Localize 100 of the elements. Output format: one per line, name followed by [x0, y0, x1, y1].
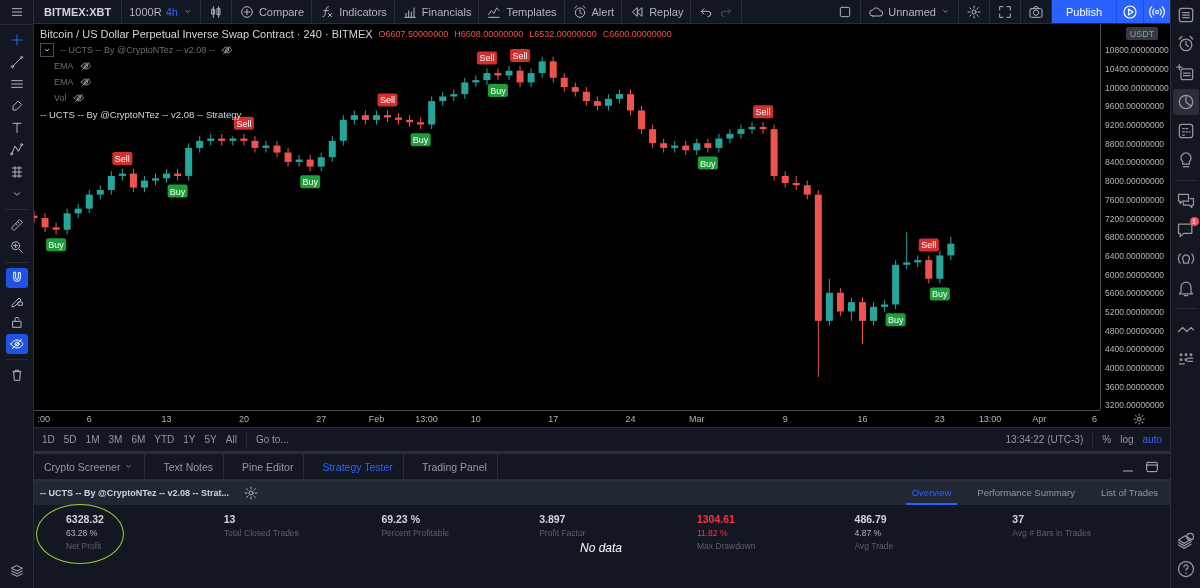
stat-percent: 63.28 % — [66, 528, 99, 538]
publish-button[interactable]: Publish — [1051, 0, 1116, 23]
range-option[interactable]: YTD — [154, 434, 175, 445]
goto-link[interactable]: Go to... — [255, 434, 289, 445]
indicator-name[interactable]: -- UCTS -- By @CryptoNTez -- v2.08 -- — [60, 45, 215, 55]
panel-tab[interactable]: Crypto Screener — [34, 454, 146, 479]
scale-toggle[interactable]: log — [1120, 434, 1134, 445]
layers-icon[interactable] — [8, 563, 25, 579]
scale-toggle[interactable]: % — [1102, 434, 1112, 445]
panel-tab[interactable]: Strategy Tester — [312, 454, 404, 479]
settings-icon[interactable] — [965, 3, 982, 20]
help-icon — [1175, 559, 1196, 579]
up-candle — [262, 140, 270, 154]
time-label: 13:00 — [978, 414, 1002, 424]
range-option[interactable]: 1D — [42, 434, 55, 445]
price-label: 8000.00000000 — [1105, 176, 1165, 187]
panel-tab[interactable]: Trading Panel — [411, 454, 498, 479]
stat-percent: 4.87 % — [854, 528, 883, 538]
hidden-eye-icon[interactable] — [79, 60, 92, 72]
magnet-tool[interactable] — [5, 268, 28, 288]
down-candle — [803, 180, 811, 200]
stat-label: Percent Profitable — [381, 528, 450, 538]
ruler-icon — [8, 217, 25, 233]
time-label: Apr — [1032, 414, 1047, 424]
toolbar-button[interactable]: Financials — [394, 0, 480, 23]
strategy-name: -- UCTS -- By @CryptoNTez -- v2.08 -- Strat... — [40, 488, 230, 498]
report-tab[interactable]: List of Trades — [1094, 481, 1164, 505]
down-candle — [593, 95, 601, 111]
down-candle — [582, 86, 590, 107]
price-label: 6800.00000000 — [1105, 232, 1165, 243]
price-label: 10400.00000000 — [1105, 63, 1169, 74]
eye-tool[interactable] — [5, 334, 28, 354]
down-candle — [638, 105, 646, 135]
camera-icon[interactable] — [1027, 3, 1044, 20]
play-button[interactable] — [1116, 0, 1143, 23]
stat-label: Net Profit — [66, 541, 103, 551]
range-option[interactable]: 5D — [63, 434, 77, 445]
stat-label: Profit Factor — [539, 528, 587, 538]
layout-name[interactable]: Unnamed — [888, 5, 936, 18]
down-candle — [174, 168, 182, 182]
sell-signal: Sell — [377, 93, 398, 107]
hidden-eye-icon[interactable] — [220, 44, 233, 56]
zoom-icon — [8, 239, 25, 255]
stat-value: 1304.61 — [696, 513, 736, 525]
time-label: :00 — [37, 414, 50, 424]
coins-icon — [1175, 530, 1196, 550]
hidden-eye-icon[interactable] — [72, 92, 85, 104]
up-candle — [726, 128, 734, 144]
add-icon — [238, 3, 255, 20]
hidden-eye-icon[interactable] — [79, 76, 92, 88]
panel-tab[interactable]: Pine Editor — [232, 454, 305, 479]
up-candle — [737, 124, 745, 140]
panel-tab[interactable]: Text Notes — [153, 454, 225, 479]
interval[interactable]: 4h — [165, 5, 178, 18]
down-candle — [406, 114, 414, 128]
toolbar-button[interactable]: Templates — [479, 0, 565, 23]
range-option[interactable]: 1M — [85, 434, 100, 445]
pie-chart-tab[interactable] — [1172, 89, 1199, 115]
up-candle — [96, 184, 104, 200]
settings-icon[interactable] — [243, 485, 260, 501]
down-candle — [129, 168, 137, 193]
up-candle — [163, 168, 171, 184]
stream-button[interactable] — [1143, 0, 1170, 23]
symbol-name[interactable]: BITMEX:XBT — [34, 0, 123, 23]
up-candle — [339, 114, 347, 147]
range-option[interactable]: 5Y — [204, 434, 217, 445]
down-candle — [560, 72, 568, 93]
range-option[interactable]: 1Y — [183, 434, 196, 445]
clock[interactable]: 13:34:22 (UTC-3) — [1005, 434, 1084, 445]
fullscreen-icon[interactable] — [996, 3, 1013, 20]
price-label: 5200.00000000 — [1105, 307, 1165, 317]
up-candle — [74, 203, 82, 219]
crosshair-icon — [8, 32, 25, 48]
price-label: 8400.00000000 — [1105, 157, 1165, 168]
down-candle — [770, 124, 778, 182]
range-option[interactable]: All — [225, 434, 237, 445]
up-candle — [527, 67, 535, 88]
currency-badge: USDT — [1126, 27, 1158, 40]
sell-signal: Sell — [753, 105, 774, 119]
toolbar-button[interactable]: Compare — [231, 0, 313, 23]
indicator-name[interactable]: Vol — [54, 93, 67, 103]
toolbar-button[interactable]: Indicators — [312, 0, 395, 23]
indicator-name[interactable]: EMA — [54, 61, 74, 71]
stat-value: 3.897 — [539, 513, 567, 525]
collapse-button[interactable] — [40, 43, 54, 57]
scale-toggle[interactable]: auto — [1142, 434, 1162, 445]
time-label: 23 — [934, 414, 945, 424]
indicator-name[interactable]: -- UCTS -- By @CryptoNTez -- v2.08 -- Strategy — [40, 108, 242, 120]
toolbar-button[interactable]: Alert — [564, 0, 623, 23]
price-label: 6400.00000000 — [1105, 250, 1165, 261]
settings-icon[interactable] — [1133, 413, 1146, 426]
down-candle — [273, 140, 281, 158]
report-tab[interactable]: Performance Summary — [971, 481, 1081, 505]
sell-signal: Sell — [510, 49, 531, 63]
indicator-name[interactable]: EMA — [54, 77, 74, 87]
toolbar-button[interactable]: Replay — [622, 0, 692, 23]
chart-style[interactable]: 1000R — [129, 5, 162, 18]
range-option[interactable]: 6M — [131, 434, 146, 445]
range-option[interactable]: 3M — [108, 434, 123, 445]
down-candle — [306, 154, 314, 172]
